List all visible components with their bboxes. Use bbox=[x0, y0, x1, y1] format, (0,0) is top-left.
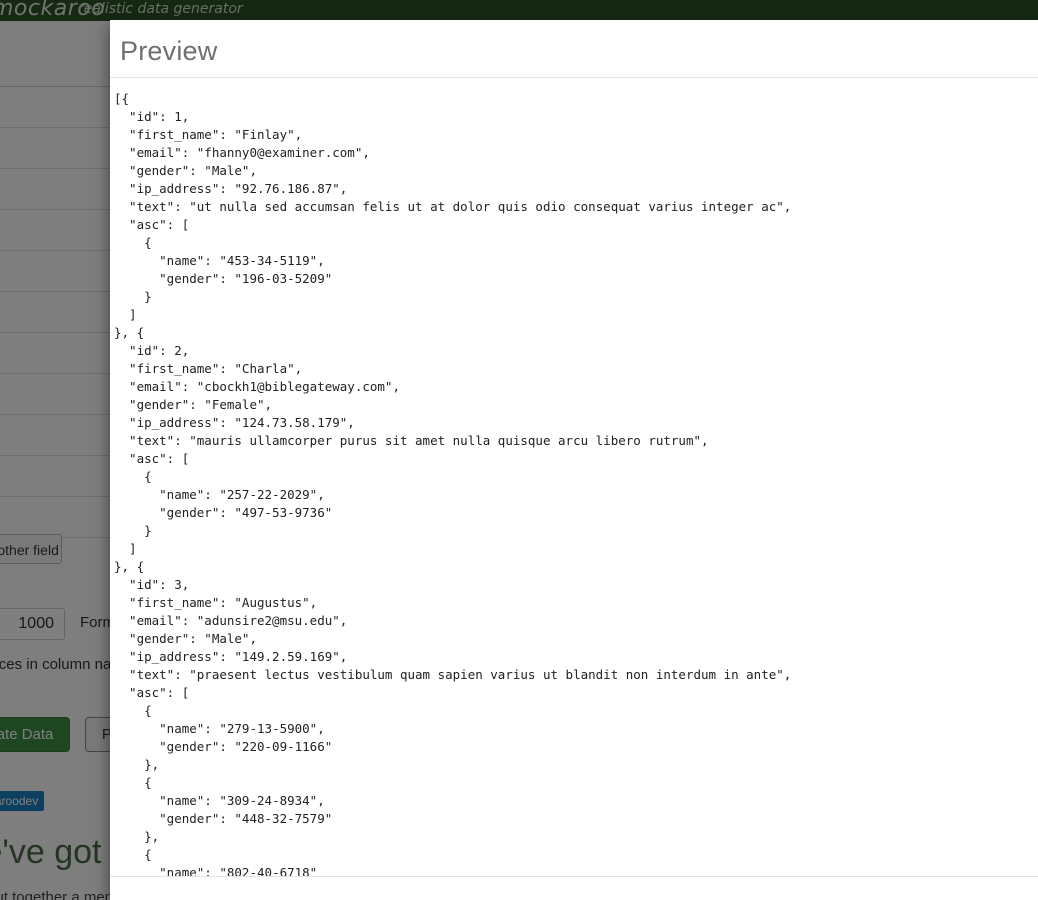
modal-body[interactable]: [{ "id": 1, "first_name": "Finlay", "ema… bbox=[110, 78, 1038, 888]
modal-footer bbox=[110, 876, 1038, 900]
app-root: mockaroo realistic data generator e bbox=[0, 0, 1038, 900]
json-preview-text: [{ "id": 1, "first_name": "Finlay", "ema… bbox=[114, 91, 792, 880]
preview-modal: Preview [{ "id": 1, "first_name": "Finla… bbox=[110, 20, 1038, 900]
modal-title: Preview bbox=[120, 36, 218, 66]
modal-header: Preview bbox=[110, 20, 1038, 78]
